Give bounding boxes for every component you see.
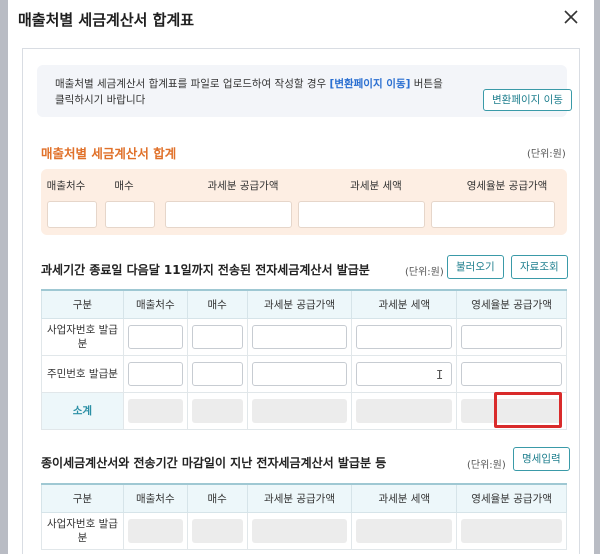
info-text-line2: 클릭하시기 바랍니다 (55, 94, 146, 106)
info-text: 매출처별 세금계산서 합계표를 파일로 업로드하여 작성할 경우 [변환페이지 … (55, 76, 455, 108)
resident-taxable-amount-input[interactable] (251, 361, 348, 386)
row-label-resident: 주민번호 발급분 (41, 354, 124, 393)
section1-title: 과세기간 종료일 다음달 11일까지 전송된 전자세금계산서 발급분 (41, 263, 370, 277)
table-row-subtotal: 소계 (41, 391, 567, 430)
summary-label-count: 매수 (114, 180, 134, 192)
section2-title: 종이세금계산서와 전송기간 마감일이 지난 전자세금계산서 발급분 등 (41, 456, 387, 470)
paper-business-count-value (191, 518, 243, 543)
scrollbar[interactable] (571, 51, 577, 551)
resident-buyers-input[interactable] (127, 361, 183, 386)
column-header: 매출처수 (122, 483, 188, 513)
column-header: 과세분 공급가액 (246, 483, 353, 513)
summary-tax-field[interactable] (298, 201, 425, 228)
info-text-line1-post: 버튼을 (410, 78, 443, 90)
summary-count-field[interactable] (105, 201, 155, 228)
business-zero-rate-input[interactable] (461, 324, 562, 349)
modal-dialog: 매출처별 세금계산서 합계표 매출처별 세금계산서 합계표를 파일로 업로드하여… (8, 0, 594, 554)
summary-label-taxable-amount: 과세분 공급가액 (207, 180, 279, 192)
summary-label-tax: 과세분 세액 (350, 180, 402, 192)
summary-unit: (단위:원) (527, 149, 566, 160)
section1-unit: (단위:원) (405, 267, 444, 278)
summary-zero-rate-field[interactable] (431, 201, 555, 228)
highlight-annotation (494, 392, 562, 428)
info-text-line1-pre: 매출처별 세금계산서 합계표를 파일로 업로드하여 작성할 경우 (55, 78, 330, 90)
column-header: 매수 (186, 483, 248, 513)
summary-buyers-field[interactable] (47, 201, 97, 228)
detail-input-button[interactable]: 명세입력 (513, 447, 570, 471)
paper-business-tax-value (356, 518, 453, 543)
text-cursor-icon: I (435, 367, 444, 382)
business-buyers-input[interactable] (127, 324, 183, 349)
row-label-subtotal: 소계 (41, 391, 124, 430)
query-button[interactable]: 자료조회 (511, 255, 568, 279)
info-link-text: [변환페이지 이동] (329, 78, 411, 90)
table-row: 사업자번호 발급분 (41, 317, 567, 356)
summary-taxable-amount-field[interactable] (165, 201, 292, 228)
summary-box: 매출처수 매수 과세분 공급가액 과세분 세액 영세율분 공급가액 (41, 169, 567, 235)
modal-title: 매출처별 세금계산서 합계표 (18, 11, 195, 29)
business-taxable-amount-input[interactable] (251, 324, 348, 349)
summary-label-zero-rate: 영세율분 공급가액 (466, 180, 548, 192)
row-label-business: 사업자번호 발급분 (41, 317, 124, 356)
column-header: 영세율분 공급가액 (456, 289, 567, 319)
column-header: 구분 (41, 289, 124, 319)
section2-table: 구분 매출처수 매수 과세분 공급가액 과세분 세액 영세율분 공급가액 사업자… (41, 483, 567, 550)
summary-label-buyers: 매출처수 (46, 180, 86, 192)
modal-content[interactable]: 매출처별 세금계산서 합계표를 파일로 업로드하여 작성할 경우 [변환페이지 … (22, 48, 580, 554)
row-label-business: 사업자번호 발급분 (41, 511, 124, 550)
section2-unit: (단위:원) (467, 460, 506, 471)
convert-page-button[interactable]: 변환페이지 이동 (483, 89, 572, 111)
table-header-row: 구분 매출처수 매수 과세분 공급가액 과세분 세액 영세율분 공급가액 (41, 483, 567, 513)
resident-count-input[interactable] (191, 361, 243, 386)
column-header: 영세율분 공급가액 (456, 483, 567, 513)
subtotal-taxable-amount-value (251, 398, 348, 423)
subtotal-tax-value (356, 398, 453, 423)
column-header: 과세분 세액 (351, 483, 458, 513)
business-tax-input[interactable] (356, 324, 453, 349)
paper-business-taxable-amount-value (251, 518, 348, 543)
business-count-input[interactable] (191, 324, 243, 349)
column-header: 매출처수 (122, 289, 188, 319)
column-header: 매수 (186, 289, 248, 319)
table-header-row: 구분 매출처수 매수 과세분 공급가액 과세분 세액 영세율분 공급가액 (41, 289, 567, 319)
summary-title: 매출처별 세금계산서 합계 (41, 146, 177, 161)
resident-tax-input[interactable]: I (356, 361, 453, 386)
close-icon[interactable] (560, 6, 582, 28)
column-header: 과세분 공급가액 (246, 289, 353, 319)
column-header: 과세분 세액 (351, 289, 458, 319)
modal-header: 매출처별 세금계산서 합계표 (8, 0, 594, 42)
table-row: 주민번호 발급분 I (41, 354, 567, 393)
column-header: 구분 (41, 483, 124, 513)
subtotal-buyers-value (127, 398, 183, 423)
info-box: 매출처별 세금계산서 합계표를 파일로 업로드하여 작성할 경우 [변환페이지 … (37, 65, 572, 117)
table-row: 사업자번호 발급분 (41, 511, 567, 550)
subtotal-count-value (191, 398, 243, 423)
paper-business-zero-rate-value (461, 518, 562, 543)
paper-business-buyers-value (127, 518, 183, 543)
fetch-button[interactable]: 불러오기 (447, 255, 504, 279)
section1-table: 구분 매출처수 매수 과세분 공급가액 과세분 세액 영세율분 공급가액 사업자… (41, 289, 567, 430)
resident-zero-rate-input[interactable] (461, 361, 562, 386)
